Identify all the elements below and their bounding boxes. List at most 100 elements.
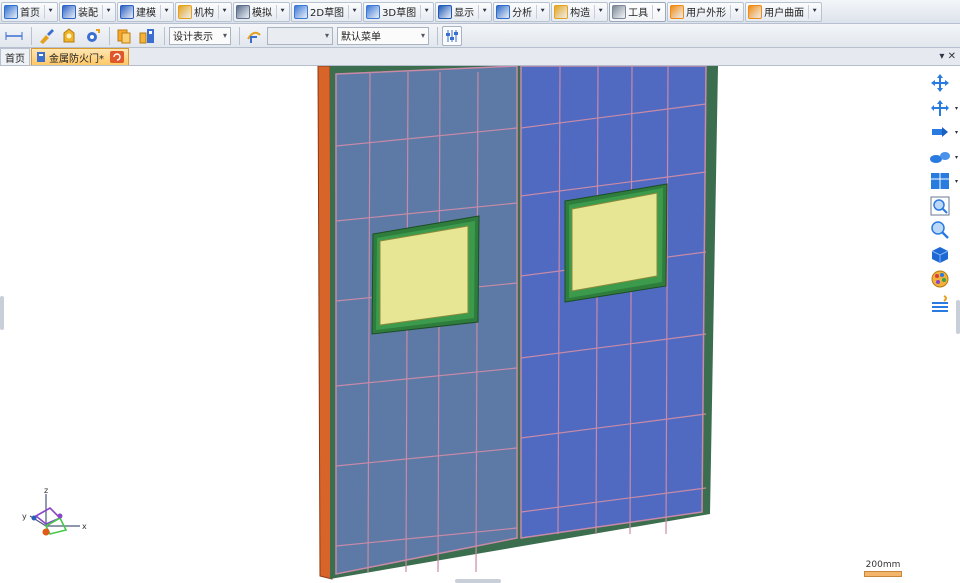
menu-tab-label: 用户曲面	[764, 8, 805, 19]
sketch-3d-icon	[366, 4, 381, 19]
tab-sketch-2d[interactable]: 2D草图 ⯆	[291, 1, 363, 22]
brush-icon[interactable]	[36, 26, 56, 46]
tab-mechanism[interactable]: 机构 ⯆	[175, 1, 232, 22]
door-model	[317, 66, 718, 580]
axis-y-label: y	[22, 512, 27, 521]
3d-viewport[interactable]: z x y ▾ ▾ ▾ ▾ 200mm	[0, 66, 960, 583]
menu-tab-label: 2D草图	[310, 8, 345, 19]
tab-user-shape[interactable]: 用户外形 ⯆	[667, 1, 745, 22]
zoom-window-icon[interactable]	[928, 195, 952, 217]
menu-tab-label: 3D草图	[382, 8, 417, 19]
right-door-leaf	[520, 66, 707, 539]
scale-label: 200mm	[865, 560, 901, 570]
walk-icon[interactable]: ▾	[928, 146, 958, 168]
sketch-2d-icon	[294, 4, 308, 19]
chevron-down-icon[interactable]: ▾	[955, 129, 958, 136]
chevron-down-icon[interactable]: ⯆	[420, 4, 430, 19]
tab-tools[interactable]: 工具 ⯆	[609, 1, 667, 22]
tab-user-surface[interactable]: 用户曲面 ⯆	[745, 1, 823, 22]
chevron-down-icon[interactable]: ⯆	[536, 4, 546, 19]
tab-home[interactable]: 首页	[0, 48, 30, 65]
chevron-down-icon[interactable]: ⯆	[276, 4, 286, 19]
display-mode-value: 设计表示	[173, 32, 213, 43]
tab-home[interactable]: 首页 ⯆	[1, 1, 58, 22]
construct-icon	[554, 4, 569, 19]
tab-sketch-3d[interactable]: 3D草图 ⯆	[363, 1, 435, 22]
view-tools-panel: ▾ ▾ ▾ ▾	[928, 72, 958, 317]
toolbar-separator	[164, 26, 165, 45]
view-direction-icon[interactable]: ▾	[928, 121, 958, 143]
tab-simulation[interactable]: 模拟 ⯆	[233, 1, 290, 22]
sliders-icon[interactable]	[442, 25, 462, 46]
chevron-down-icon[interactable]: ▾	[955, 178, 958, 185]
chevron-down-icon[interactable]: ⯆	[478, 4, 488, 19]
chevron-down-icon[interactable]: ⯆	[730, 4, 740, 19]
menu-tab-label: 模拟	[252, 8, 272, 19]
chevron-down-icon[interactable]: ⯆	[594, 4, 604, 19]
home-icon	[4, 4, 18, 19]
layers-icon[interactable]	[928, 293, 952, 315]
menu-tab-label: 工具	[628, 8, 649, 19]
render-mode-icon[interactable]	[928, 244, 952, 266]
tab-document[interactable]: 金属防火门*	[31, 48, 129, 65]
tab-construct[interactable]: 构造 ⯆	[551, 1, 609, 22]
menu-scheme-select[interactable]: 默认菜单 ▾	[337, 26, 429, 45]
simulation-icon	[236, 4, 250, 19]
assembly-icon	[62, 4, 76, 19]
display-mode-select[interactable]: 设计表示 ▾	[169, 26, 231, 45]
menu-tab-label: 首页	[20, 8, 40, 19]
menu-tab-label: 建模	[136, 8, 156, 19]
tab-display[interactable]: 显示 ⯆	[435, 1, 493, 22]
chevron-down-icon[interactable]: ⯆	[218, 4, 228, 19]
tab-assembly[interactable]: 装配 ⯆	[59, 1, 116, 22]
chevron-down-icon: ▾	[420, 31, 425, 40]
chevron-down-icon[interactable]: ⯆	[652, 4, 662, 19]
chevron-down-icon[interactable]: ▾	[955, 105, 958, 112]
menu-scheme-value: 默认菜单	[341, 32, 381, 43]
configuration-icon[interactable]	[244, 26, 264, 46]
dimension-icon[interactable]	[4, 26, 24, 46]
user-shape-icon	[670, 4, 685, 19]
standard-views-icon[interactable]: ▾	[928, 170, 958, 192]
pan-icon[interactable]	[928, 72, 952, 94]
ribbon-menubar: 首页 ⯆ 装配 ⯆ 建模 ⯆ 机构 ⯆ 模拟 ⯆ 2D草图 ⯆ 3D草图 ⯆ 显示 ⯆ 分析 ⯆ 构造 ⯆ 工具 ⯆ 用户外…	[0, 0, 960, 24]
scale-bar	[864, 571, 902, 577]
menu-tab-label: 显示	[454, 8, 475, 19]
chevron-down-icon: ▾	[324, 31, 329, 40]
display-icon	[438, 4, 453, 19]
chevron-down-icon[interactable]: ⯆	[808, 4, 818, 19]
copy-part-icon[interactable]	[114, 26, 134, 46]
door-frame-post	[317, 66, 333, 580]
chevron-down-icon[interactable]: ⯆	[102, 4, 112, 19]
tab-analysis[interactable]: 分析 ⯆	[493, 1, 551, 22]
toolbar-separator	[109, 26, 110, 45]
chevron-down-icon[interactable]: ▾	[955, 154, 958, 161]
appearance-palette-icon[interactable]	[928, 268, 952, 290]
bottom-panel-handle[interactable]	[455, 579, 501, 583]
tools-icon	[612, 4, 627, 19]
analysis-icon	[496, 4, 511, 19]
rotate-icon[interactable]: ▾	[928, 97, 958, 119]
zoom-icon[interactable]	[928, 219, 952, 241]
tab-modeling[interactable]: 建模 ⯆	[117, 1, 174, 22]
menu-tab-label: 装配	[78, 8, 98, 19]
left-window-glass	[379, 225, 469, 326]
pin-close-icon[interactable]: ▾ ✕	[939, 51, 956, 62]
menu-tab-label: 分析	[512, 8, 533, 19]
chevron-down-icon[interactable]: ⯆	[348, 4, 358, 19]
chevron-down-icon[interactable]: ⯆	[160, 4, 170, 19]
menu-tab-label: 构造	[570, 8, 591, 19]
tab-home-label: 首页	[5, 53, 25, 65]
menu-tab-label: 机构	[194, 8, 214, 19]
part-gold-icon[interactable]	[59, 26, 79, 46]
axis-triad: z x y	[22, 486, 87, 536]
tabstrip-controls[interactable]: ▾ ✕	[939, 48, 960, 65]
toolbar-separator	[437, 26, 438, 45]
building-icon[interactable]	[137, 26, 157, 46]
axis-z-label: z	[44, 486, 48, 495]
configuration-select[interactable]: ▾	[267, 26, 333, 45]
chevron-down-icon[interactable]: ⯆	[44, 4, 54, 19]
quick-toolbar: 设计表示 ▾ ▾ 默认菜单 ▾	[0, 24, 960, 48]
gear-explode-icon[interactable]	[82, 26, 102, 46]
tab-refresh-icon[interactable]	[110, 51, 124, 63]
